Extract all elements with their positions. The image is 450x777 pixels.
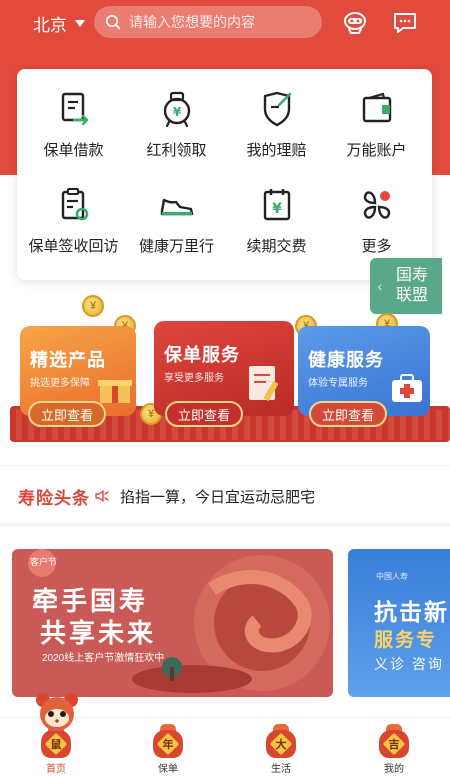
service-claims[interactable]: 我的理赔 [225,89,328,160]
speaker-icon [95,490,109,502]
activity-card-anti-epidemic[interactable]: 中国人寿 抗击新 服务专 义诊 咨询 自 [348,549,450,697]
claim-shield-icon [263,91,291,127]
china-life-logo: 中国人寿 [376,572,408,581]
headline-text: 掐指一算，今日宜运动忌肥宅 [120,488,316,506]
activity-title-line2: 共享未来 [40,618,157,648]
promo-title: 保单服务 [164,345,240,365]
message-icon[interactable] [392,10,418,36]
search-input[interactable]: 请输入您想要的内容 [94,6,322,38]
service-policy-loan[interactable]: 保单借款 [22,89,125,160]
document-pen-icon [249,366,279,402]
search-placeholder: 请输入您想要的内容 [129,14,255,30]
search-icon [106,15,121,30]
more-grid-icon [363,191,390,219]
service-dividend[interactable]: ¥ 红利领取 [125,89,228,160]
festival-badge: 客户节 [30,557,58,567]
service-label: 我的理赔 [246,142,307,159]
service-label: 红利领取 [146,142,207,159]
loan-document-icon [61,92,89,126]
tab-label: 生活 [271,764,291,775]
city-selector[interactable]: 北京 [33,11,85,35]
section-gap [0,523,450,527]
wallet-icon [362,92,391,123]
mouse-mascot-icon [36,693,78,731]
service-renewal-payment[interactable]: ¥ 续期交费 [225,185,328,256]
svg-text:¥: ¥ [172,105,181,119]
promo-title: 健康服务 [308,350,384,370]
activity2-line2: 服务专 [374,630,438,651]
lucky-bag-icon: 大 [264,724,298,758]
promo-subtitle: 体验专属服务 [308,378,368,389]
tab-label: 保单 [158,764,178,775]
robot-service-icon[interactable] [342,10,368,36]
service-label: 健康万里行 [138,238,214,255]
service-policy-signing[interactable]: 保单签收回访 [22,185,125,256]
promo-subtitle: 挑选更多保障 [30,378,90,389]
alliance-line1: 国寿 [395,267,428,284]
promo-title: 精选产品 [30,350,106,370]
tab-label: 我的 [384,764,404,775]
medical-kit-icon [392,374,422,402]
sneaker-icon [160,198,193,216]
gift-box-icon [98,380,132,403]
activity-card-customer-festival[interactable]: 客户节 牵手国寿 共享未来 2020线上客户节激情狂欢中 [12,549,333,697]
headline-ticker[interactable]: 寿险头条 掐指一算，今日宜运动忌肥宅 [18,484,315,508]
service-more[interactable]: 更多 [325,185,428,256]
promo-view-button-policy[interactable]: 立即查看 [165,401,243,427]
service-health-walk[interactable]: 健康万里行 [125,185,228,256]
service-label: 更多 [361,238,392,255]
tab-mine[interactable]: 吉 我的 [338,718,450,777]
promo-subtitle: 享受更多服务 [164,373,224,384]
coin-icon: ¥ [82,295,104,317]
activity-caption: 2020线上客户节激情狂欢中 [42,653,165,664]
city-label: 北京 [33,15,67,35]
calendar-payment-icon: ¥ [263,189,290,221]
clipboard-sign-icon [61,188,88,221]
activity2-line1: 抗击新 [374,599,449,625]
service-label: 保单签收回访 [28,238,119,255]
service-label: 万能账户 [346,142,407,159]
piggy-bank-icon: ¥ [163,91,190,128]
service-card: 保单借款 ¥ 红利领取 我的理赔 万能账户 保单签收回访 健康万里行 ¥ 续期交… [17,69,432,280]
promo-banner: ¥ ¥ ¥ ¥ ¥ 精选产品 挑选更多保障 保单服务 享受更多服务 健康服务 体… [0,285,450,460]
tab-life[interactable]: 大 生活 [225,718,337,777]
activity2-line3: 义诊 咨询 自 [374,656,450,672]
promo-view-button-products[interactable]: 立即查看 [28,401,106,427]
service-label: 续期交费 [246,238,307,255]
tab-label: 首页 [46,764,66,775]
section-divider [0,465,450,466]
tab-policy[interactable]: 年 保单 [112,718,224,777]
service-universal-account[interactable]: 万能账户 [325,89,428,160]
lucky-bag-icon: 吉 [377,724,411,758]
caret-down-icon [75,19,85,27]
service-label: 保单借款 [43,142,104,159]
headline-title: 寿险头条 [18,488,90,508]
promo-view-button-health[interactable]: 立即查看 [309,401,387,427]
lucky-bag-icon: 年 [151,724,185,758]
svg-text:¥: ¥ [272,201,282,217]
